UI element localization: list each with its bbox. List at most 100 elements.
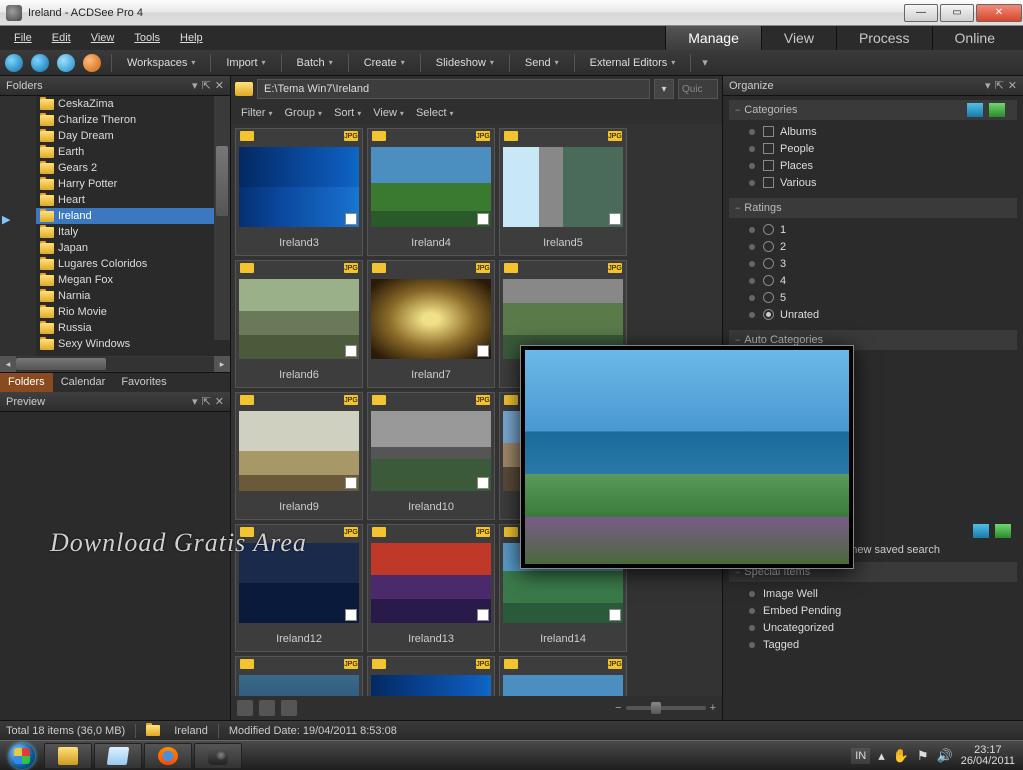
btn-sort[interactable]: Sort▾ [330,105,365,121]
pin-icon[interactable]: ⇱ [202,79,211,92]
thumbnail-checkbox[interactable] [477,609,489,621]
checkbox[interactable] [763,160,774,171]
maximize-button[interactable]: ▭ [940,4,974,22]
radio[interactable] [763,309,774,320]
folder-row[interactable]: Charlize Theron [36,112,230,128]
special-row[interactable]: Image Well [749,585,1017,602]
checkbox[interactable] [763,126,774,137]
menu-file[interactable]: File [6,30,40,46]
thumbnail-checkbox[interactable] [345,609,357,621]
pin-icon[interactable]: ⇱ [995,79,1004,92]
tb-workspaces[interactable]: Workspaces▾ [121,55,201,71]
tray-hand-icon[interactable]: ✋ [893,748,909,764]
rating-row[interactable]: 5 [749,289,1017,306]
mode-view[interactable]: View [761,26,836,50]
zoom-slider[interactable]: − + [615,702,716,714]
nav-up-icon[interactable] [57,54,75,72]
thumbnail-checkbox[interactable] [345,345,357,357]
menu-view[interactable]: View [83,30,123,46]
toolbar-overflow-icon[interactable]: ▾ [702,56,708,69]
close-button[interactable]: ✕ [976,4,1022,22]
folder-row[interactable]: Japan [36,240,230,256]
btn-filter[interactable]: Filter▾ [237,105,276,121]
tree-vscroll[interactable] [214,96,230,340]
panel-close-icon[interactable]: ✕ [215,395,224,408]
thumbnail-checkbox[interactable] [345,477,357,489]
thumbnail[interactable]: JPG [235,656,363,696]
add-search-icon[interactable] [995,524,1011,538]
taskbar-acdsee[interactable] [194,743,242,769]
search-icon[interactable] [973,524,989,538]
path-input[interactable] [257,79,650,99]
thumbnail-checkbox[interactable] [477,213,489,225]
tb-external-editors[interactable]: External Editors▾ [584,55,682,71]
footer-icon[interactable] [259,700,275,716]
thumbnail[interactable]: JPGIreland5 [499,128,627,256]
tray-flag-icon[interactable]: ⚑ [917,748,929,764]
tab-favorites[interactable]: Favorites [113,373,174,392]
menu-tools[interactable]: Tools [126,30,168,46]
scroll-left-button[interactable]: ◂ [0,356,16,372]
thumbnail[interactable]: JPGIreland6 [235,260,363,388]
minimize-button[interactable]: — [904,4,938,22]
panel-menu-icon[interactable]: ▾ [985,79,991,92]
special-row[interactable]: Uncategorized [749,619,1017,636]
category-row[interactable]: People [749,140,1017,157]
folder-row[interactable]: CeskaZima [36,96,230,112]
folder-row[interactable]: Rio Movie [36,304,230,320]
footer-icon[interactable] [281,700,297,716]
category-row[interactable]: Albums [749,123,1017,140]
panel-close-icon[interactable]: ✕ [215,79,224,92]
thumbnail[interactable]: JPGIreland12 [235,524,363,652]
quick-search[interactable]: Quic [678,79,718,99]
special-row[interactable]: Embed Pending [749,602,1017,619]
path-dropdown-button[interactable]: ▾ [654,79,674,99]
thumbnail-checkbox[interactable] [609,609,621,621]
mode-process[interactable]: Process [836,26,932,50]
folder-row[interactable]: Day Dream [36,128,230,144]
tab-folders[interactable]: Folders [0,373,53,392]
folder-row[interactable]: Gears 2 [36,160,230,176]
folder-row[interactable]: Earth [36,144,230,160]
tb-batch[interactable]: Batch▾ [291,55,339,71]
btn-select[interactable]: Select▾ [412,105,458,121]
pin-icon[interactable]: ⇱ [202,395,211,408]
scrollbar-thumb[interactable] [216,146,228,216]
thumbnail-checkbox[interactable] [477,477,489,489]
menu-help[interactable]: Help [172,30,211,46]
radio[interactable] [763,241,774,252]
language-indicator[interactable]: IN [851,748,870,764]
folder-row[interactable]: Heart [36,192,230,208]
zoom-in-icon[interactable]: + [710,702,716,714]
start-button[interactable] [2,742,42,770]
checkbox[interactable] [763,177,774,188]
category-icon[interactable] [967,103,983,117]
scroll-right-button[interactable]: ▸ [214,356,230,372]
thumbnail[interactable]: JPG [499,656,627,696]
folder-row[interactable]: Harry Potter [36,176,230,192]
rating-row[interactable]: Unrated [749,306,1017,323]
btn-group[interactable]: Group▾ [280,105,326,121]
radio[interactable] [763,292,774,303]
tb-import[interactable]: Import▾ [220,55,271,71]
thumbnail[interactable]: JPGIreland13 [367,524,495,652]
menu-edit[interactable]: Edit [44,30,79,46]
category-row[interactable]: Places [749,157,1017,174]
folder-row[interactable]: Italy [36,224,230,240]
category-row[interactable]: Various [749,174,1017,191]
taskbar-notepad[interactable] [94,743,142,769]
folder-row[interactable]: Sexy Windows [36,336,230,352]
folder-row[interactable]: Megan Fox [36,272,230,288]
panel-menu-icon[interactable]: ▾ [192,395,198,408]
nav-back-icon[interactable] [5,54,23,72]
rating-row[interactable]: 3 [749,255,1017,272]
taskbar-explorer[interactable] [44,743,92,769]
mode-manage[interactable]: Manage [665,26,761,50]
tb-create[interactable]: Create▾ [358,55,411,71]
thumbnail-checkbox[interactable] [477,345,489,357]
tree-hscroll[interactable]: ◂ ▸ [0,356,230,372]
folder-tree[interactable]: ▶ CeskaZimaCharlize TheronDay DreamEarth… [0,96,230,356]
radio[interactable] [763,224,774,235]
folder-row[interactable]: Lugares Coloridos [36,256,230,272]
thumbnail[interactable]: JPG [367,656,495,696]
